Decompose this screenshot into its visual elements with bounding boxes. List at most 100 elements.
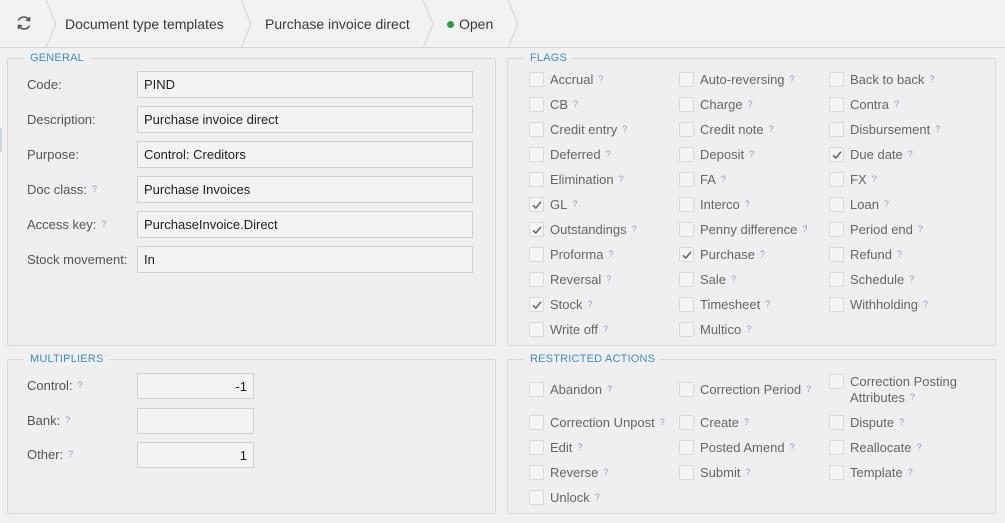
help-icon[interactable]: ?: [802, 224, 807, 234]
flags-checkbox-cb[interactable]: CB?: [529, 97, 578, 113]
breadcrumb-current[interactable]: Purchase invoice direct: [265, 0, 410, 48]
help-icon[interactable]: ?: [577, 442, 582, 452]
flags-checkbox-disbursement[interactable]: Disbursement?: [829, 122, 940, 138]
help-icon[interactable]: ?: [929, 74, 934, 84]
checkbox-unchecked[interactable]: [679, 465, 694, 480]
help-icon[interactable]: ?: [872, 174, 877, 184]
help-icon[interactable]: ?: [78, 380, 83, 390]
flags-checkbox-proforma[interactable]: Proforma?: [529, 247, 613, 263]
help-icon[interactable]: ?: [749, 149, 754, 159]
checkbox-unchecked[interactable]: [679, 440, 694, 455]
checkbox-unchecked[interactable]: [529, 97, 544, 112]
help-icon[interactable]: ?: [603, 467, 608, 477]
help-icon[interactable]: ?: [588, 299, 593, 309]
checkbox-unchecked[interactable]: [679, 272, 694, 287]
flags-checkbox-credit-entry[interactable]: Credit entry?: [529, 122, 627, 138]
help-icon[interactable]: ?: [918, 224, 923, 234]
restricted-checkbox-edit[interactable]: Edit?: [529, 440, 582, 456]
flags-checkbox-refund[interactable]: Refund?: [829, 247, 902, 263]
checkbox-unchecked[interactable]: [829, 72, 844, 87]
restricted-checkbox-abandon[interactable]: Abandon?: [529, 382, 612, 398]
checkbox-unchecked[interactable]: [829, 122, 844, 137]
checkbox-checked[interactable]: [529, 197, 544, 212]
flags-checkbox-outstandings[interactable]: Outstandings?: [529, 222, 637, 238]
help-icon[interactable]: ?: [806, 384, 811, 394]
flags-checkbox-interco[interactable]: Interco?: [679, 197, 750, 213]
flags-checkbox-purchase[interactable]: Purchase?: [679, 247, 765, 263]
restricted-checkbox-unlock[interactable]: Unlock?: [529, 490, 600, 506]
help-icon[interactable]: ?: [68, 449, 73, 459]
checkbox-unchecked[interactable]: [829, 465, 844, 480]
checkbox-unchecked[interactable]: [829, 97, 844, 112]
checkbox-unchecked[interactable]: [679, 382, 694, 397]
checkbox-unchecked[interactable]: [829, 374, 844, 389]
help-icon[interactable]: ?: [916, 442, 921, 452]
flags-checkbox-deposit[interactable]: Deposit?: [679, 147, 754, 163]
help-icon[interactable]: ?: [884, 199, 889, 209]
checkbox-unchecked[interactable]: [829, 197, 844, 212]
checkbox-unchecked[interactable]: [829, 297, 844, 312]
checkbox-unchecked[interactable]: [529, 382, 544, 397]
help-icon[interactable]: ?: [897, 249, 902, 259]
checkbox-unchecked[interactable]: [529, 72, 544, 87]
help-icon[interactable]: ?: [622, 124, 627, 134]
field-doc-class-input[interactable]: Purchase Invoices: [137, 176, 473, 203]
help-icon[interactable]: ?: [660, 417, 665, 427]
restricted-checkbox-reallocate[interactable]: Reallocate?: [829, 440, 921, 456]
help-icon[interactable]: ?: [745, 199, 750, 209]
help-icon[interactable]: ?: [746, 324, 751, 334]
flags-checkbox-schedule[interactable]: Schedule?: [829, 272, 914, 288]
breadcrumb-document-type-templates[interactable]: Document type templates: [65, 0, 224, 48]
checkbox-unchecked[interactable]: [529, 440, 544, 455]
restricted-checkbox-submit[interactable]: Submit?: [679, 465, 750, 481]
restricted-checkbox-posted-amend[interactable]: Posted Amend?: [679, 440, 795, 456]
checkbox-checked[interactable]: [529, 297, 544, 312]
flags-checkbox-withholding[interactable]: Withholding?: [829, 297, 928, 313]
flags-checkbox-sale[interactable]: Sale?: [679, 272, 736, 288]
help-icon[interactable]: ?: [935, 124, 940, 134]
field-code-input[interactable]: PIND: [137, 71, 473, 98]
checkbox-unchecked[interactable]: [529, 172, 544, 187]
checkbox-unchecked[interactable]: [679, 197, 694, 212]
flags-checkbox-deferred[interactable]: Deferred?: [529, 147, 611, 163]
help-icon[interactable]: ?: [894, 99, 899, 109]
checkbox-unchecked[interactable]: [529, 147, 544, 162]
help-icon[interactable]: ?: [572, 199, 577, 209]
flags-checkbox-accrual[interactable]: Accrual?: [529, 72, 603, 88]
flags-checkbox-write-off[interactable]: Write off?: [529, 322, 608, 338]
help-icon[interactable]: ?: [760, 249, 765, 259]
help-icon[interactable]: ?: [765, 299, 770, 309]
checkbox-checked[interactable]: [829, 147, 844, 162]
field-purpose-input[interactable]: Control: Creditors: [137, 141, 473, 168]
flags-checkbox-stock[interactable]: Stock?: [529, 297, 593, 313]
restricted-checkbox-reverse[interactable]: Reverse?: [529, 465, 608, 481]
checkbox-unchecked[interactable]: [679, 97, 694, 112]
help-icon[interactable]: ?: [910, 392, 915, 402]
checkbox-unchecked[interactable]: [679, 172, 694, 187]
help-icon[interactable]: ?: [721, 174, 726, 184]
flags-checkbox-credit-note[interactable]: Credit note?: [679, 122, 774, 138]
help-icon[interactable]: ?: [606, 274, 611, 284]
help-icon[interactable]: ?: [101, 219, 106, 229]
field-access-key-input[interactable]: PurchaseInvoice.Direct: [137, 211, 473, 238]
help-icon[interactable]: ?: [790, 74, 795, 84]
help-icon[interactable]: ?: [899, 417, 904, 427]
help-icon[interactable]: ?: [908, 467, 913, 477]
help-icon[interactable]: ?: [790, 442, 795, 452]
help-icon[interactable]: ?: [608, 249, 613, 259]
checkbox-checked[interactable]: [679, 247, 694, 262]
checkbox-unchecked[interactable]: [679, 72, 694, 87]
checkbox-unchecked[interactable]: [529, 465, 544, 480]
flags-checkbox-loan[interactable]: Loan?: [829, 197, 889, 213]
refresh-button[interactable]: [10, 12, 38, 36]
help-icon[interactable]: ?: [595, 492, 600, 502]
help-icon[interactable]: ?: [909, 274, 914, 284]
help-icon[interactable]: ?: [769, 124, 774, 134]
checkbox-unchecked[interactable]: [829, 172, 844, 187]
help-icon[interactable]: ?: [598, 74, 603, 84]
help-icon[interactable]: ?: [92, 184, 97, 194]
help-icon[interactable]: ?: [65, 415, 70, 425]
restricted-checkbox-correction-posting-attributes[interactable]: Correction Posting Attributes?: [829, 374, 959, 406]
checkbox-unchecked[interactable]: [679, 147, 694, 162]
flags-checkbox-multico[interactable]: Multico?: [679, 322, 751, 338]
